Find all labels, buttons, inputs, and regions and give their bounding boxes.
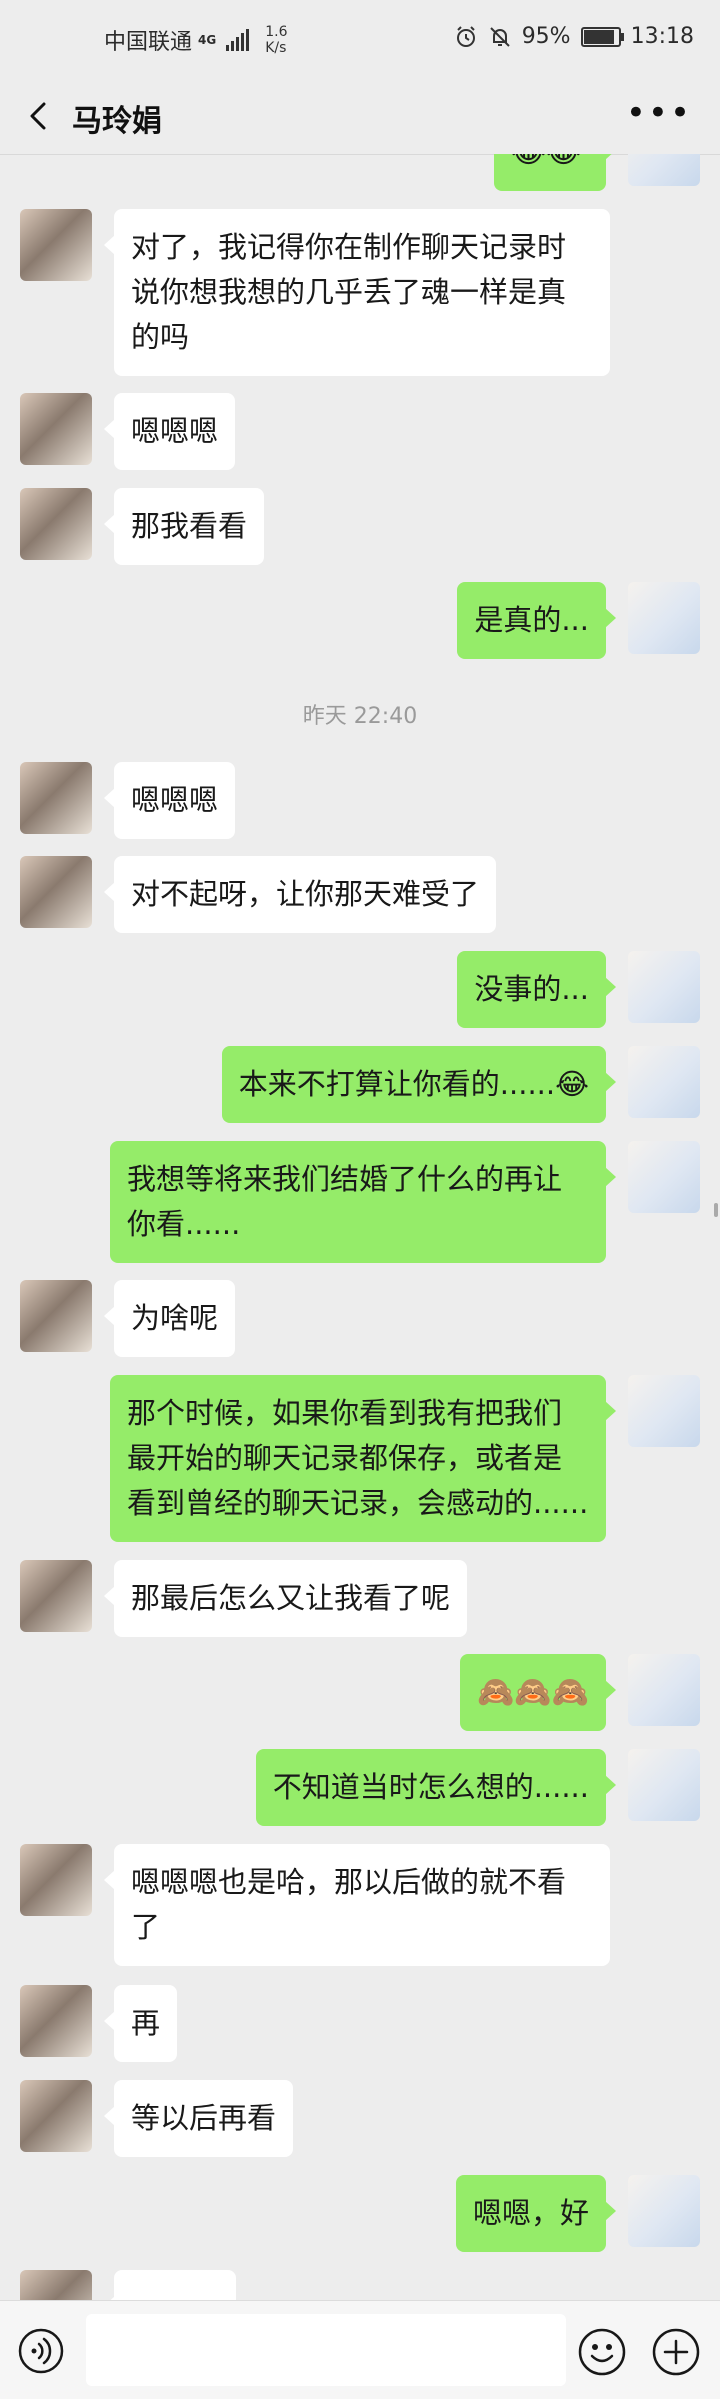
- chat-header: 马玲娟 •••: [0, 80, 720, 155]
- message-text: 等以后再看: [131, 2101, 277, 2135]
- message-bubble[interactable]: 嗯嗯嗯: [103, 762, 236, 839]
- my-avatar[interactable]: [628, 1749, 700, 1821]
- input-bar: [0, 2300, 720, 2399]
- message-bubble[interactable]: 本来不打算让你看的......😂: [221, 1046, 617, 1123]
- message-text: 再: [131, 2006, 161, 2040]
- contact-avatar[interactable]: [20, 2270, 92, 2300]
- message-text: 😂😂: [511, 154, 581, 175]
- mute-icon: [489, 26, 510, 47]
- my-avatar[interactable]: [628, 951, 700, 1023]
- contact-avatar[interactable]: [20, 488, 92, 560]
- status-bar: 中国联通 4G 1.6 K/s 95% 13:18: [0, 0, 720, 80]
- my-avatar[interactable]: [628, 1375, 700, 1447]
- message-text: 对了，我记得你在制作聊天记录时说你想我想的几乎丢了魂一样是真的吗: [131, 230, 567, 354]
- emoji-icon[interactable]: [578, 2328, 626, 2376]
- contact-avatar[interactable]: [20, 856, 92, 928]
- message-text: 对不起呀，让你那天难受了: [131, 877, 480, 911]
- contact-avatar[interactable]: [20, 393, 92, 465]
- clock: 13:18: [630, 24, 694, 49]
- plus-icon[interactable]: [652, 2328, 700, 2376]
- my-avatar[interactable]: [628, 1141, 700, 1213]
- message-text: 为啥呢: [131, 1301, 219, 1335]
- battery-fill: [583, 29, 614, 44]
- message-timestamp: 昨天 22:40: [302, 704, 418, 729]
- battery-icon: [580, 26, 624, 47]
- message-list[interactable]: 😂😂 对了，我记得你在制作聊天记录时说你想我想的几乎丢了魂一样是真的吗 嗯嗯嗯 …: [0, 154, 720, 2300]
- network-speed: 1.6 K/s: [265, 24, 287, 56]
- message-bubble[interactable]: 嗯嗯嗯: [103, 393, 236, 470]
- message-text: 嗯嗯嗯: [131, 414, 219, 448]
- message-bubble[interactable]: 再: [103, 1985, 178, 2062]
- message-text: 没事的...: [474, 972, 589, 1006]
- scrollbar[interactable]: [714, 1203, 718, 1217]
- contact-avatar[interactable]: [20, 762, 92, 834]
- message-text: 那个时候，如果你看到我有把我们最开始的聊天记录都保存，或者是看到曾经的聊天记录，…: [127, 1396, 589, 1520]
- message-text: 不知道当时怎么想的......: [272, 1770, 589, 1804]
- message-text: 嗯嗯嗯: [131, 783, 219, 817]
- my-avatar[interactable]: [628, 154, 700, 186]
- message-bubble[interactable]: 😂😂: [494, 154, 616, 191]
- contact-avatar[interactable]: [20, 209, 92, 281]
- message-bubble[interactable]: 那我看看: [103, 488, 265, 565]
- contact-avatar[interactable]: [20, 1280, 92, 1352]
- status-right: 95% 13:18: [454, 24, 694, 49]
- message-bubble[interactable]: 嗯嗯，好: [455, 2175, 617, 2252]
- speed-value: 1.6: [265, 24, 288, 40]
- message-bubble[interactable]: 为啥呢: [103, 1280, 236, 1357]
- voice-icon[interactable]: [18, 2328, 64, 2374]
- message-bubble[interactable]: 是真的...: [457, 582, 616, 659]
- message-bubble[interactable]: 那个时候，如果你看到我有把我们最开始的聊天记录都保存，或者是看到曾经的聊天记录，…: [110, 1375, 616, 1542]
- signal-icon: [226, 29, 250, 51]
- message-bubble[interactable]: 不知道当时怎么想的......: [255, 1749, 617, 1826]
- message-bubble[interactable]: 没事的...: [457, 951, 616, 1028]
- back-arrow-icon[interactable]: [22, 98, 58, 134]
- message-bubble[interactable]: 对了，我记得你在制作聊天记录时说你想我想的几乎丢了魂一样是真的吗: [104, 209, 610, 376]
- message-text: 那我看看: [131, 509, 248, 543]
- message-text: 我想等将来我们结婚了什么的再让你看......: [127, 1162, 563, 1241]
- contact-avatar[interactable]: [20, 1844, 92, 1916]
- message-bubble[interactable]: 等以后再看: [103, 2080, 294, 2157]
- speed-unit: K/s: [265, 40, 287, 56]
- message-bubble[interactable]: 🙈🙈🙈: [459, 1654, 617, 1731]
- message-text: 是真的...: [474, 603, 589, 637]
- message-text: 🙈🙈🙈: [476, 1675, 589, 1710]
- more-icon[interactable]: •••: [626, 96, 692, 130]
- my-avatar[interactable]: [628, 1654, 700, 1726]
- message-bubble[interactable]: 那最后怎么又让我看了呢: [103, 1560, 468, 1637]
- battery-percent: 95%: [521, 24, 571, 49]
- message-bubble[interactable]: 嗯嗯嗯也是哈，那以后做的就不看了: [104, 1844, 610, 1966]
- message-text: 嗯嗯，好: [472, 2196, 589, 2230]
- my-avatar[interactable]: [628, 582, 700, 654]
- message-bubble[interactable]: 对不起呀，让你那天难受了: [103, 856, 497, 933]
- message-input[interactable]: [86, 2314, 566, 2386]
- status-left: 中国联通 4G 1.6 K/s: [104, 24, 287, 56]
- my-avatar[interactable]: [628, 1046, 700, 1118]
- my-avatar[interactable]: [628, 2175, 700, 2247]
- message-text: 那最后怎么又让我看了呢: [131, 1581, 451, 1615]
- contact-avatar[interactable]: [20, 1985, 92, 2057]
- message-bubble[interactable]: 我想等将来我们结婚了什么的再让你看......: [110, 1141, 616, 1263]
- message-text: 本来不打算让你看的......😂: [238, 1067, 589, 1101]
- message-text: 嗯嗯嗯也是哈，那以后做的就不看了: [131, 1865, 567, 1944]
- message-bubble[interactable]: [104, 2270, 236, 2300]
- network-label: 4G: [198, 33, 217, 47]
- chat-title: 马玲娟: [72, 104, 162, 139]
- carrier-label: 中国联通: [104, 30, 193, 55]
- alarm-icon: [456, 25, 475, 47]
- contact-avatar[interactable]: [20, 1560, 92, 1632]
- contact-avatar[interactable]: [20, 2080, 92, 2152]
